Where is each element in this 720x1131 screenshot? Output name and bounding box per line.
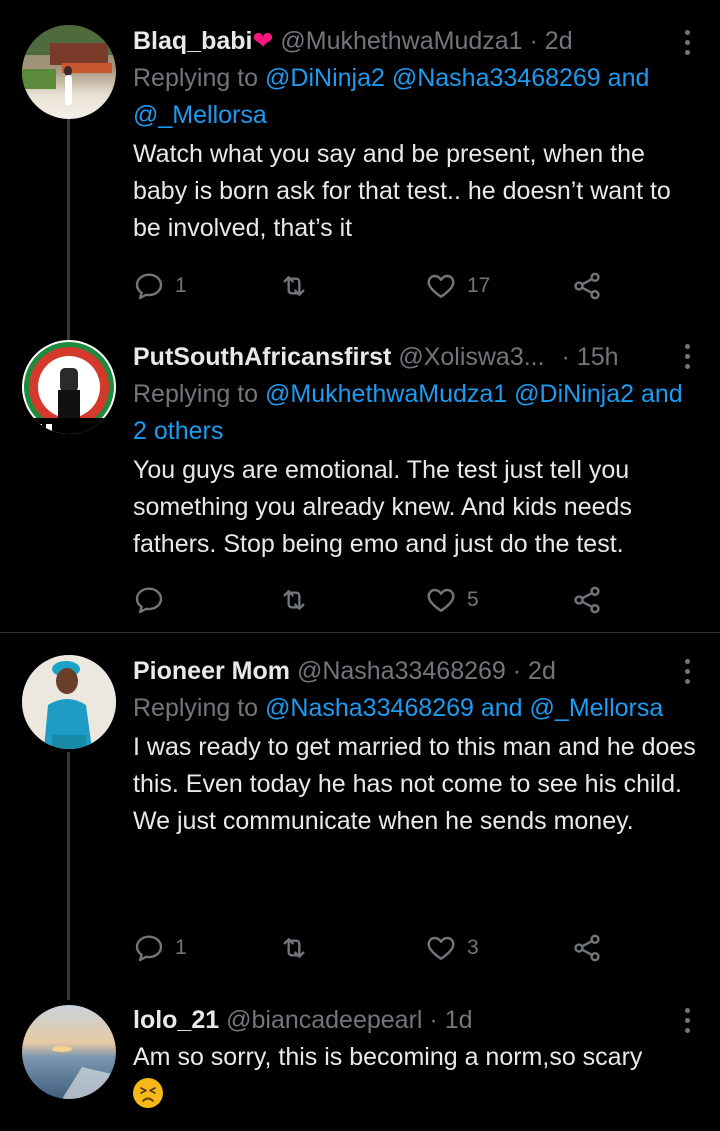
share-icon (574, 586, 600, 614)
share-button[interactable] (571, 928, 603, 968)
reply-count: 1 (175, 274, 187, 297)
tweet-header: Blaq_babi❤ @MukhethwaMudza1 · 2d (133, 24, 693, 58)
timestamp[interactable]: · 2d (530, 27, 573, 55)
tweet-text: I was ready to get married to this man a… (133, 733, 696, 835)
more-icon[interactable] (682, 659, 692, 684)
tweet[interactable]: lolo_21 @biancadeepearl · 1d Am so sorry… (0, 1000, 720, 1131)
retweet-icon (283, 276, 305, 296)
retweet-icon (283, 938, 305, 958)
more-icon[interactable] (682, 30, 692, 55)
more-icon[interactable] (682, 344, 692, 369)
reply-button[interactable] (133, 580, 175, 620)
mention-link[interactable]: @_Mellorsa (133, 101, 267, 129)
tweet[interactable]: Pioneer Mom @Nasha33468269 · 2d Replying… (0, 633, 720, 1000)
display-name[interactable]: Pioneer Mom (133, 657, 290, 685)
tweet-text: Watch what you say and be present, when … (133, 140, 671, 242)
tweet-text: You guys are emotional. The test just te… (133, 456, 632, 558)
tweet-header: PutSouthAfricansfirst @Xoliswa3... · 15h (133, 340, 693, 374)
reply-count: 1 (175, 936, 187, 959)
reply-icon (135, 273, 163, 300)
like-count: 5 (467, 588, 479, 611)
replying-to: Replying to @Nasha33468269 and @_Mellors… (133, 694, 664, 722)
timestamp[interactable]: · 1d (429, 1006, 472, 1034)
handle[interactable]: @Nasha33468269 (297, 657, 506, 685)
avatar[interactable] (22, 25, 116, 119)
like-button[interactable]: 5 (425, 580, 479, 620)
like-count: 3 (467, 936, 479, 959)
tweet[interactable]: PutSouthAfricansfirst @Xoliswa3... · 15h… (0, 318, 720, 632)
share-icon (574, 934, 600, 962)
avatar[interactable] (22, 340, 116, 434)
avatar[interactable] (22, 1005, 116, 1099)
like-button[interactable]: 17 (425, 266, 490, 306)
handle[interactable]: @biancadeepearl (226, 1006, 422, 1034)
mention-link[interactable]: 2 others (133, 417, 223, 445)
reply-icon (135, 935, 163, 962)
tweet-header: Pioneer Mom @Nasha33468269 · 2d (133, 654, 693, 688)
avatar[interactable] (22, 655, 116, 749)
like-button[interactable]: 3 (425, 928, 479, 968)
heart-icon (427, 936, 455, 960)
retweet-icon (283, 590, 305, 610)
handle[interactable]: @MukhethwaMudza1 (280, 27, 522, 55)
share-icon (574, 272, 600, 300)
like-count: 17 (467, 274, 491, 297)
timestamp[interactable]: · 2d (513, 657, 556, 685)
display-name[interactable]: Blaq_babi (133, 27, 252, 55)
more-icon[interactable] (682, 1008, 692, 1033)
heart-icon (427, 588, 455, 612)
persevering-face-icon (133, 1078, 163, 1108)
share-button[interactable] (571, 266, 603, 306)
display-name[interactable]: lolo_21 (133, 1006, 219, 1034)
mention-link[interactable]: @MukhethwaMudza1 @DiNinja2 (265, 380, 634, 408)
tweet-header: lolo_21 @biancadeepearl · 1d (133, 1003, 693, 1037)
retweet-button[interactable] (278, 928, 310, 968)
replying-to: Replying to @DiNinja2 @Nasha33468269 and… (133, 64, 650, 129)
reply-button[interactable]: 1 (133, 928, 187, 968)
retweet-button[interactable] (278, 580, 310, 620)
retweet-button[interactable] (278, 266, 310, 306)
tweet[interactable]: Blaq_babi❤ @MukhethwaMudza1 · 2d Replyin… (0, 0, 720, 318)
heart-icon (427, 274, 455, 298)
timestamp[interactable]: · 15h (562, 343, 619, 371)
verified-heart-icon: ❤ (252, 27, 274, 55)
reply-icon (135, 587, 163, 614)
replying-to: Replying to @MukhethwaMudza1 @DiNinja2 a… (133, 380, 683, 445)
mention-link[interactable]: @_Mellorsa (530, 694, 664, 722)
mention-link[interactable]: @Nasha33468269 (265, 694, 474, 722)
display-name[interactable]: PutSouthAfricansfirst (133, 343, 391, 371)
share-button[interactable] (571, 580, 603, 620)
mention-link[interactable]: @DiNinja2 @Nasha33468269 (265, 64, 601, 92)
handle[interactable]: @Xoliswa3... (398, 343, 544, 371)
tweet-text: Am so sorry, this is becoming a norm,so … (133, 1039, 673, 1113)
reply-button[interactable]: 1 (133, 266, 187, 306)
